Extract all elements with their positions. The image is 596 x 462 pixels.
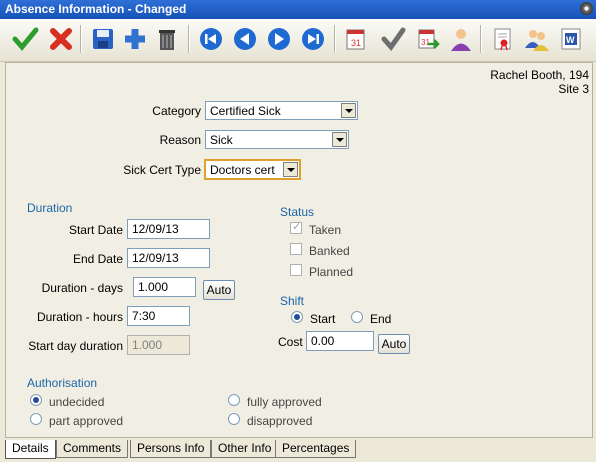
fully-approved-radio[interactable]: [228, 394, 240, 406]
duration-heading: Duration: [27, 201, 73, 215]
start-day-duration-input: 1.000: [127, 335, 190, 355]
undecided-radio[interactable]: [30, 394, 42, 406]
taken-checkbox[interactable]: [290, 220, 302, 234]
status-heading: Status: [280, 205, 315, 219]
document-ribbon-icon[interactable]: [488, 24, 518, 54]
window-title: Absence Information - Changed: [5, 2, 187, 16]
previous-record-icon[interactable]: [230, 24, 260, 54]
reason-select[interactable]: Sick: [205, 130, 349, 149]
cost-auto-button[interactable]: Auto: [378, 334, 410, 354]
category-label: Category: [152, 104, 201, 118]
duration-days-input[interactable]: 1.000: [133, 277, 196, 297]
category-select[interactable]: Certified Sick: [205, 101, 358, 120]
shift-end-label: End: [370, 312, 392, 326]
banked-label: Banked: [309, 244, 350, 258]
svg-text:31: 31: [351, 38, 361, 48]
first-record-icon[interactable]: [196, 24, 226, 54]
gray-check-icon[interactable]: [378, 24, 408, 54]
disapproved-label: disapproved: [247, 414, 313, 428]
employee-site: Site 3: [558, 82, 589, 96]
start-day-duration-label: Start day duration: [28, 339, 123, 353]
duration-hours-input[interactable]: 7:30: [127, 306, 190, 326]
two-people-icon[interactable]: [522, 24, 552, 54]
shift-heading: Shift: [280, 294, 305, 308]
reason-value: Sick: [210, 133, 233, 147]
cost-input[interactable]: 0.00: [306, 331, 374, 351]
tab-persons-info[interactable]: Persons Info: [130, 440, 212, 458]
end-date-label: End Date: [72, 252, 123, 266]
end-date-input[interactable]: 12/09/13: [127, 248, 210, 268]
last-record-icon[interactable]: [298, 24, 328, 54]
duration-hours-label: Duration - hours: [36, 310, 123, 324]
employee-name: Rachel Booth, 194: [490, 68, 589, 82]
planned-checkbox[interactable]: [290, 264, 302, 276]
green-check-icon[interactable]: [10, 24, 40, 54]
tab-other-info[interactable]: Other Info: [211, 440, 279, 458]
chevron-down-icon[interactable]: [332, 132, 347, 147]
calendar-arrow-icon[interactable]: 31: [412, 24, 442, 54]
trash-bin-icon[interactable]: [152, 24, 182, 54]
fully-approved-label: fully approved: [247, 395, 322, 409]
person-icon[interactable]: [446, 24, 476, 54]
tab-strip: Details Comments Persons Info Other Info…: [5, 440, 595, 460]
save-disk-icon[interactable]: [88, 24, 118, 54]
svg-text:31: 31: [421, 38, 430, 47]
shift-start-radio[interactable]: [291, 311, 303, 323]
svg-text:W: W: [566, 35, 575, 45]
shift-end-radio[interactable]: [351, 311, 363, 323]
blue-plus-icon[interactable]: [120, 24, 150, 54]
undecided-label: undecided: [49, 395, 105, 409]
duration-auto-button[interactable]: Auto: [203, 280, 235, 300]
sick-cert-select[interactable]: Doctors cert: [204, 159, 301, 180]
reason-label: Reason: [159, 133, 201, 147]
tab-comments[interactable]: Comments: [56, 440, 129, 458]
start-date-label: Start Date: [68, 223, 123, 237]
disapproved-radio[interactable]: [228, 413, 240, 425]
tab-details[interactable]: Details: [5, 440, 56, 459]
next-record-icon[interactable]: [264, 24, 294, 54]
details-form: Rachel Booth, 194 Site 3 Category Certif…: [5, 62, 593, 438]
part-approved-label: part approved: [49, 414, 124, 428]
close-window-icon[interactable]: [580, 2, 593, 15]
cost-label: Cost: [278, 335, 303, 349]
planned-label: Planned: [309, 265, 354, 279]
category-value: Certified Sick: [210, 104, 281, 118]
duration-days-label: Duration - days: [41, 281, 123, 295]
shift-start-label: Start: [310, 312, 336, 326]
chevron-down-icon[interactable]: [283, 162, 298, 177]
word-document-icon[interactable]: W: [556, 24, 586, 54]
taken-label: Taken: [309, 223, 342, 237]
sick-cert-label: Sick Cert Type: [123, 163, 201, 177]
banked-checkbox[interactable]: [290, 243, 302, 255]
chevron-down-icon[interactable]: [341, 103, 356, 118]
sick-cert-value: Doctors cert: [210, 163, 275, 177]
title-bar: Absence Information - Changed: [0, 0, 596, 19]
authorisation-heading: Authorisation: [27, 376, 98, 390]
start-date-input[interactable]: 12/09/13: [127, 219, 210, 239]
red-x-icon[interactable]: [46, 24, 76, 54]
toolbar: 31 31 W: [0, 19, 596, 62]
part-approved-radio[interactable]: [30, 413, 42, 425]
calendar-icon[interactable]: 31: [340, 24, 370, 54]
tab-percentages[interactable]: Percentages: [275, 440, 357, 458]
